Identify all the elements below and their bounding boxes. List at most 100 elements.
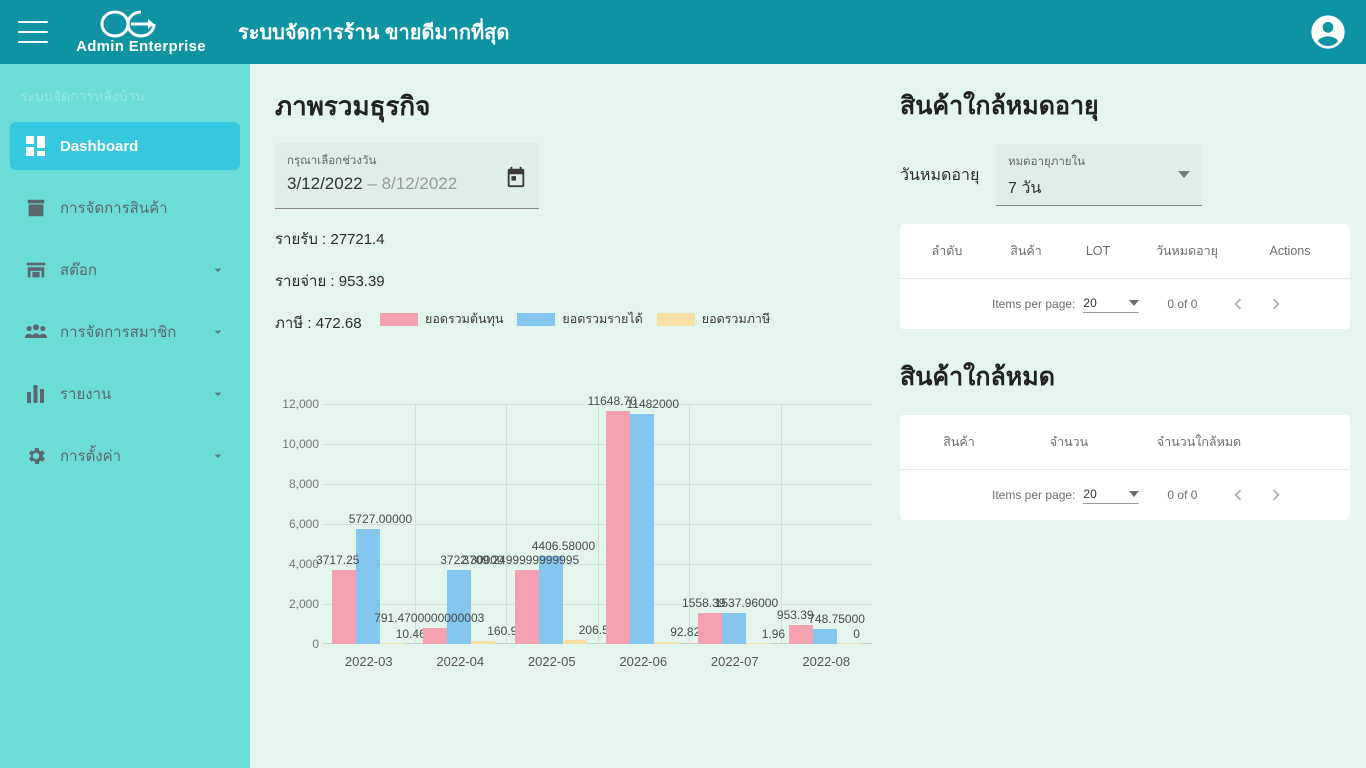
sidebar-item-label: การตั้งค่า (60, 444, 210, 468)
chart-data-label: 11482000 (627, 397, 680, 411)
chart-bar-group (332, 529, 404, 644)
chevron-left-icon[interactable] (1227, 484, 1249, 506)
expiry-select-value: 7 วัน (1008, 176, 1178, 201)
date-start: 3/12/2022 (287, 174, 363, 193)
chevron-down-icon (1129, 300, 1139, 306)
sidebar-item-member-management[interactable]: การจัดการสมาชิก (10, 308, 240, 356)
chart-bar[interactable] (654, 642, 678, 644)
chart-bar[interactable] (356, 529, 380, 644)
business-overview-chart: ยอดรวมต้นทุน ยอดรวมรายได้ ยอดรวมภาษี 02,… (275, 309, 895, 609)
calendar-icon[interactable] (505, 166, 527, 188)
x-axis-tick: 2022-07 (711, 654, 759, 669)
sidebar-caption: ระบบจัดการหลังบ้าน (0, 78, 250, 122)
hamburger-icon[interactable] (18, 21, 48, 43)
chart-bar[interactable] (380, 643, 404, 644)
sidebar-item-label: รายงาน (60, 382, 210, 406)
items-per-page-label: Items per page: (992, 488, 1075, 502)
chart-bar[interactable] (630, 414, 654, 644)
sidebar-item-stock[interactable]: สต๊อก (10, 246, 240, 294)
chart-gridline (506, 404, 507, 644)
items-per-page-select[interactable]: 20 (1083, 487, 1139, 504)
chart-bar[interactable] (332, 570, 356, 644)
bar-chart-icon (24, 382, 48, 406)
legend-item-tax: ยอดรวมภาษี (657, 309, 770, 329)
legend-label: ยอดรวมภาษี (702, 309, 770, 329)
x-axis-tick: 2022-08 (802, 654, 850, 669)
legend-swatch (517, 313, 555, 326)
overview-section: ภาพรวมธุรกิจ กรุณาเลือกช่วงวัน 3/12/2022… (275, 86, 895, 335)
page-title: ระบบจัดการร้าน ขายดีมากที่สุด (238, 16, 509, 48)
chevron-down-icon[interactable] (210, 324, 226, 340)
expiring-products-table: ลำดับ สินค้า LOT วันหมดอายุ Actions Item… (900, 224, 1350, 329)
chart-bar[interactable] (746, 643, 770, 644)
table-paginator: Items per page: 20 0 of 0 (900, 279, 1350, 329)
sidebar-item-settings[interactable]: การตั้งค่า (10, 432, 240, 480)
chart-y-axis: 02,0004,0006,0008,00010,00012,000 (275, 404, 319, 644)
chart-bar[interactable] (515, 570, 539, 644)
chart-bar[interactable] (722, 613, 746, 644)
chart-bar[interactable] (837, 643, 861, 644)
legend-item-cost: ยอดรวมต้นทุน (380, 309, 503, 329)
chart-bar-group (515, 556, 587, 644)
low-stock-table: สินค้า จำนวน จำนวนใกล้หมด Items per page… (900, 415, 1350, 520)
gear-icon (24, 444, 48, 468)
chart-bar[interactable] (813, 629, 837, 644)
y-axis-tick: 6,000 (289, 517, 319, 531)
chart-bar[interactable] (539, 556, 563, 644)
sidebar-item-label: การจัดการสมาชิก (60, 320, 210, 344)
date-range-input[interactable]: กรุณาเลือกช่วงวัน 3/12/2022 – 8/12/2022 (275, 143, 539, 209)
legend-swatch (657, 313, 695, 326)
chart-bar[interactable] (698, 613, 722, 644)
chart-bar[interactable] (447, 570, 471, 644)
y-axis-tick: 2,000 (289, 597, 319, 611)
chart-data-label: 1.96 (762, 627, 785, 641)
date-end: 8/12/2022 (382, 174, 458, 193)
chart-bar[interactable] (423, 628, 447, 644)
page-range-label: 0 of 0 (1167, 297, 1197, 311)
chevron-right-icon[interactable] (1265, 293, 1287, 315)
chart-data-label: 791.4700000000003 (374, 611, 484, 625)
chevron-down-icon[interactable] (210, 386, 226, 402)
sidebar-item-label: การจัดการสินค้า (60, 196, 226, 220)
sidebar-item-dashboard[interactable]: Dashboard (10, 122, 240, 170)
archive-icon (24, 196, 48, 220)
chevron-down-icon[interactable] (210, 448, 226, 464)
app-header: Admin Enterprise ระบบจัดการร้าน ขายดีมาก… (0, 0, 1366, 64)
column-header: สินค้า (990, 241, 1062, 261)
chart-legend: ยอดรวมต้นทุน ยอดรวมรายได้ ยอดรวมภาษี (380, 309, 770, 329)
sidebar-item-product-management[interactable]: การจัดการสินค้า (10, 184, 240, 232)
stat-expense: รายจ่าย : 953.39 (275, 269, 895, 293)
overview-title: ภาพรวมธุรกิจ (275, 86, 895, 127)
legend-swatch (380, 313, 418, 326)
chevron-left-icon[interactable] (1227, 293, 1249, 315)
table-paginator: Items per page: 20 0 of 0 (900, 470, 1350, 520)
x-axis-tick: 2022-05 (528, 654, 576, 669)
chevron-down-icon[interactable] (1178, 171, 1190, 178)
column-header: LOT (1062, 244, 1134, 258)
brand[interactable]: Admin Enterprise (66, 9, 216, 55)
chart-bar-group (789, 625, 861, 644)
items-per-page-value: 20 (1083, 296, 1096, 310)
expiry-days-select[interactable]: หมดอายุภายใน 7 วัน (996, 144, 1202, 206)
chevron-down-icon[interactable] (210, 262, 226, 278)
chart-bar[interactable] (789, 625, 813, 644)
account-circle-icon[interactable] (1308, 12, 1348, 52)
y-axis-tick: 0 (312, 637, 319, 651)
chevron-right-icon[interactable] (1265, 484, 1287, 506)
column-header: จำนวน (1014, 432, 1124, 452)
y-axis-tick: 10,000 (282, 437, 319, 451)
chart-bar[interactable] (471, 641, 495, 644)
table-header-row: สินค้า จำนวน จำนวนใกล้หมด (900, 415, 1350, 470)
date-separator: – (367, 174, 376, 193)
y-axis-tick: 4,000 (289, 557, 319, 571)
page-range-label: 0 of 0 (1167, 488, 1197, 502)
chart-bar[interactable] (563, 640, 587, 644)
stat-income: รายรับ : 27721.4 (275, 227, 895, 251)
chart-bar[interactable] (606, 411, 630, 644)
x-axis-tick: 2022-04 (436, 654, 484, 669)
sidebar-item-reports[interactable]: รายงาน (10, 370, 240, 418)
items-per-page-label: Items per page: (992, 297, 1075, 311)
store-icon (24, 258, 48, 282)
items-per-page-select[interactable]: 20 (1083, 296, 1139, 313)
date-range-caption: กรุณาเลือกช่วงวัน (287, 152, 505, 170)
